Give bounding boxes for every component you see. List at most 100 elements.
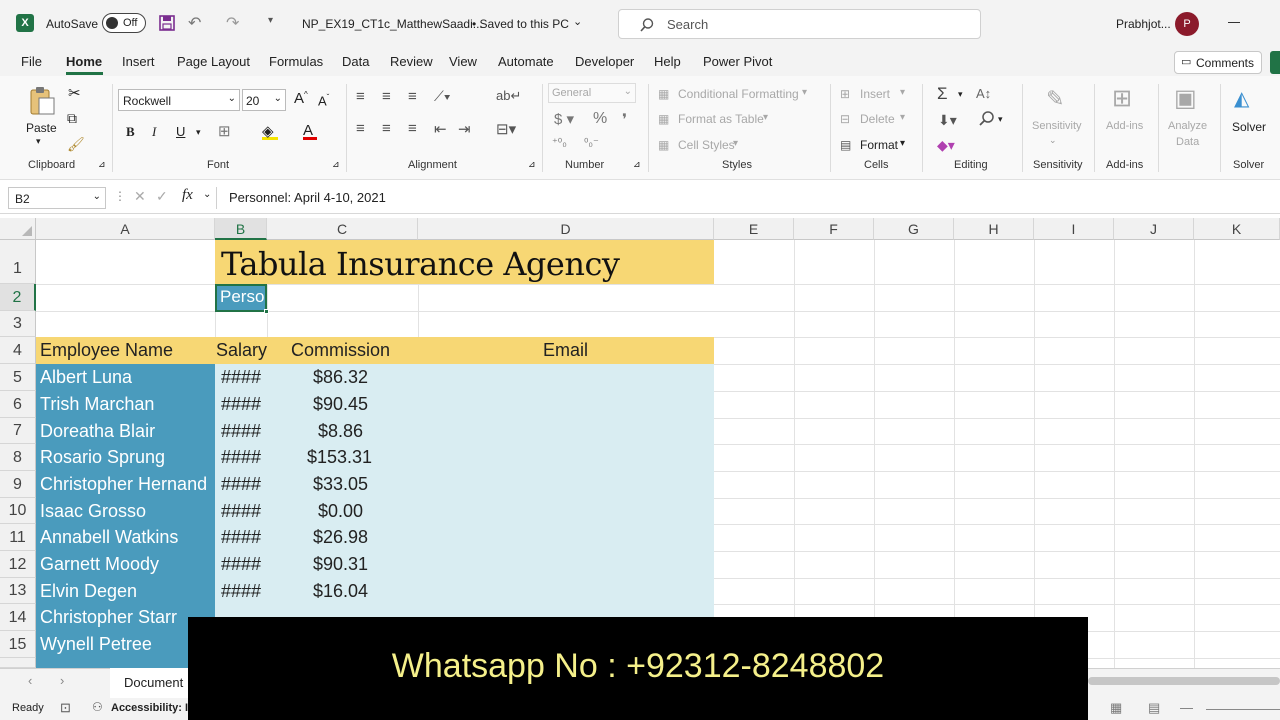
merge-center-icon[interactable]: ⊟▾ (496, 120, 516, 138)
chevron-down-icon[interactable]: ▾ (998, 114, 1003, 125)
employee-name[interactable]: Wynell Petree (40, 631, 152, 658)
tab-insert[interactable]: Insert (122, 54, 155, 69)
chevron-down-icon[interactable]: ▾ (36, 136, 41, 147)
decrease-decimal-icon[interactable]: ⁰₀⁻ (584, 136, 599, 149)
tab-home[interactable]: Home (66, 54, 102, 69)
salary-value[interactable]: #### (221, 391, 261, 418)
tab-file[interactable]: File (21, 54, 42, 69)
customize-qat-icon[interactable]: ▾ (268, 15, 273, 26)
font-color-icon[interactable]: A (303, 122, 317, 140)
dialog-launcher-icon[interactable]: ⊿ (332, 159, 340, 170)
chevron-down-icon[interactable]: ▾ (900, 112, 905, 123)
solver-icon[interactable]: ◭ (1234, 86, 1249, 111)
number-format-select[interactable]: General ⌄ (548, 83, 636, 103)
analyze-data-icon[interactable]: ▣ (1174, 84, 1197, 113)
addins-button[interactable]: Add-ins (1106, 120, 1143, 132)
employee-name[interactable]: Christopher Hernand (40, 471, 215, 498)
comma-style-icon[interactable]: ❜ (622, 110, 627, 130)
normal-view-icon[interactable]: ▦ (1110, 700, 1122, 716)
fill-color-icon[interactable]: ◈ (262, 122, 278, 140)
row-header-14[interactable]: 14 (0, 604, 36, 631)
row-header-16[interactable] (0, 658, 36, 668)
zoom-slider[interactable] (1206, 709, 1280, 710)
borders-icon[interactable]: ⊞ (218, 122, 231, 140)
dialog-launcher-icon[interactable]: ⊿ (633, 159, 641, 170)
accessibility-status[interactable]: Accessibility: In (111, 702, 195, 714)
cell-b2-selected[interactable]: Perso (215, 284, 267, 312)
analyze-label[interactable]: Analyze (1168, 120, 1207, 132)
column-header-d[interactable]: D (418, 218, 714, 240)
column-header-k[interactable]: K (1194, 218, 1280, 240)
column-header-j[interactable]: J (1114, 218, 1194, 240)
share-button[interactable] (1270, 51, 1280, 74)
salary-value[interactable]: #### (221, 418, 261, 445)
column-header-h[interactable]: H (954, 218, 1034, 240)
addins-icon[interactable]: ⊞ (1112, 84, 1132, 113)
paste-icon[interactable] (28, 86, 56, 116)
decrease-indent-icon[interactable]: ⇤ (434, 120, 447, 138)
fill-icon[interactable]: ⬇▾ (938, 112, 957, 129)
cell-styles-button[interactable]: Cell Styles (678, 138, 735, 152)
commission-value[interactable]: $0.00 (318, 498, 363, 525)
sheet-title[interactable]: Tabula Insurance Agency (221, 245, 620, 283)
header-employee-name[interactable]: Employee Name (40, 337, 173, 364)
employee-name[interactable]: Trish Marchan (40, 391, 154, 418)
horizontal-scrollbar[interactable] (1088, 677, 1280, 685)
bottom-align-icon[interactable]: ≡ (408, 88, 417, 105)
header-commission[interactable]: Commission (291, 337, 390, 364)
orientation-icon[interactable]: ⟋▾ (434, 88, 451, 105)
search-box[interactable]: Search (618, 9, 981, 39)
salary-value[interactable]: #### (221, 364, 261, 391)
insert-function-icon[interactable]: fx (182, 187, 193, 204)
commission-value[interactable]: $33.05 (313, 471, 368, 498)
row-header-9[interactable]: 9 (0, 471, 36, 498)
commission-value[interactable]: $153.31 (307, 444, 372, 471)
column-header-c[interactable]: C (267, 218, 418, 240)
column-header-i[interactable]: I (1034, 218, 1114, 240)
cut-icon[interactable]: ✂ (68, 84, 81, 102)
row-header-15[interactable]: 15 (0, 631, 36, 658)
tab-formulas[interactable]: Formulas (269, 54, 323, 69)
autosum-icon[interactable]: Σ (937, 84, 948, 104)
enter-icon[interactable]: ✓ (156, 188, 168, 205)
salary-value[interactable]: #### (221, 524, 261, 551)
row-header-8[interactable]: 8 (0, 444, 36, 471)
column-header-a[interactable]: A (36, 218, 215, 240)
formula-input[interactable]: Personnel: April 4-10, 2021 (216, 187, 1280, 209)
row-header-13[interactable]: 13 (0, 578, 36, 604)
column-header-g[interactable]: G (874, 218, 954, 240)
column-header-f[interactable]: F (794, 218, 874, 240)
row-header-12[interactable]: 12 (0, 551, 36, 578)
insert-cells-button[interactable]: Insert (860, 87, 890, 101)
row-header-10[interactable]: 10 (0, 498, 36, 524)
middle-align-icon[interactable]: ≡ (382, 88, 391, 105)
save-status[interactable]: • Saved to this PC (472, 17, 569, 31)
font-name-select[interactable]: Rockwell ⌄ (118, 89, 240, 111)
chevron-down-icon[interactable]: ▾ (196, 127, 201, 138)
employee-name[interactable]: Doreatha Blair (40, 418, 155, 445)
comments-button[interactable]: ▭ Comments (1174, 51, 1262, 74)
row-header-11[interactable]: 11 (0, 524, 36, 551)
align-center-icon[interactable]: ≡ (382, 120, 391, 137)
employee-name[interactable]: Christopher Starr (40, 604, 177, 631)
currency-icon[interactable]: $ ▾ (554, 110, 574, 128)
tab-view[interactable]: View (449, 54, 477, 69)
dialog-launcher-icon[interactable]: ⊿ (98, 159, 106, 170)
increase-indent-icon[interactable]: ⇥ (458, 120, 471, 138)
copy-icon[interactable]: ⧉ (67, 110, 77, 127)
align-right-icon[interactable]: ≡ (408, 120, 417, 137)
conditional-formatting-button[interactable]: Conditional Formatting (678, 87, 799, 101)
percent-icon[interactable]: % (593, 110, 607, 128)
employee-name[interactable]: Garnett Moody (40, 551, 159, 578)
redo-icon[interactable]: ↷ (226, 13, 239, 33)
analyze-label-2[interactable]: Data (1176, 136, 1199, 148)
format-cells-button[interactable]: Format (860, 138, 898, 152)
row-header-3[interactable]: 3 (0, 311, 36, 337)
commission-value[interactable]: $86.32 (313, 364, 368, 391)
chevron-down-icon[interactable]: ▾ (763, 112, 768, 123)
employee-name[interactable]: Albert Luna (40, 364, 132, 391)
row-header-4[interactable]: 4 (0, 337, 36, 364)
sensitivity-button[interactable]: Sensitivity (1032, 120, 1082, 132)
scroll-right-icon[interactable]: › (60, 673, 64, 688)
increase-decimal-icon[interactable]: ⁺⁰₀ (552, 136, 567, 149)
